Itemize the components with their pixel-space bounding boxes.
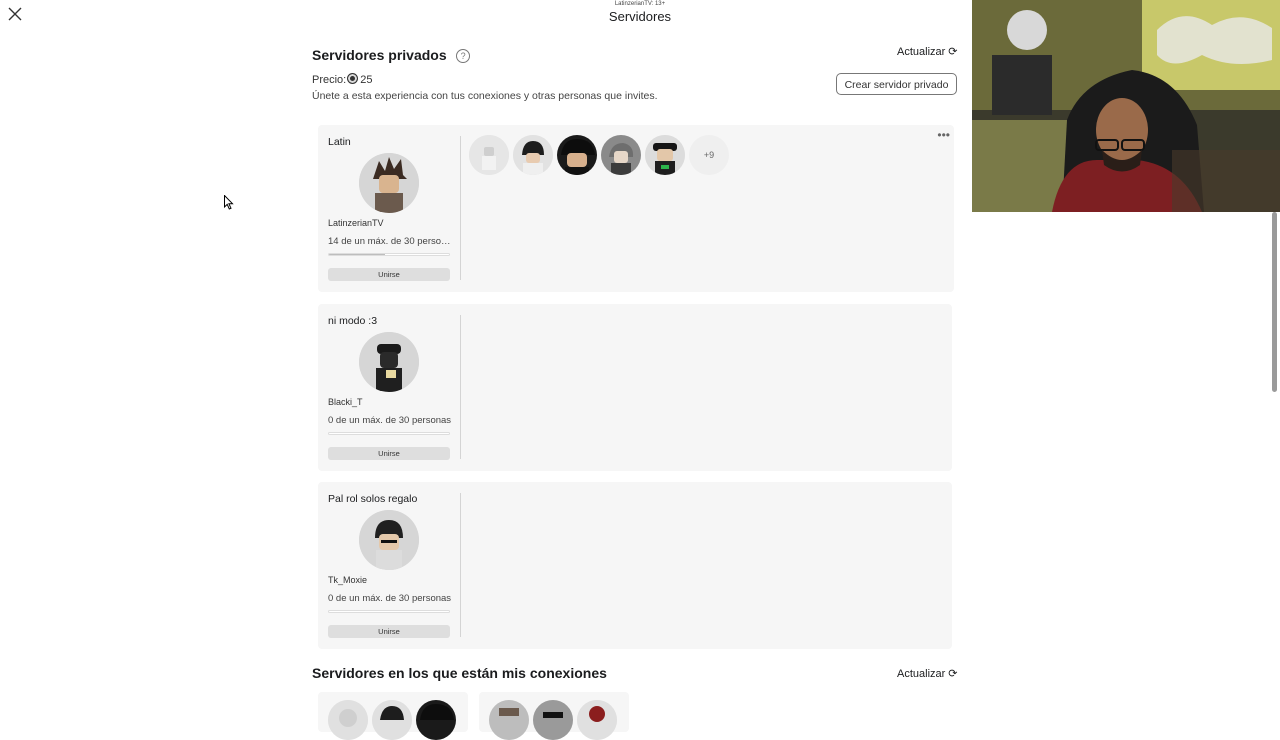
scrollbar[interactable] <box>1272 212 1277 392</box>
connection-server-card[interactable] <box>479 692 629 740</box>
player-avatar[interactable] <box>601 135 641 175</box>
divider <box>460 136 461 280</box>
mouse-cursor-icon <box>224 195 234 210</box>
owner-name: LatinzerianTV <box>328 218 384 228</box>
player-avatar[interactable] <box>416 700 456 740</box>
player-avatar[interactable] <box>469 135 509 175</box>
player-avatar[interactable] <box>577 700 617 740</box>
price-value: 25 <box>360 74 373 86</box>
refresh-label: Actualizar <box>897 46 946 58</box>
player-avatar[interactable] <box>645 135 685 175</box>
join-button[interactable]: Unirse <box>328 268 450 281</box>
player-avatar[interactable] <box>557 135 597 175</box>
more-players-badge[interactable]: +9 <box>689 135 729 175</box>
player-count: 0 de un máx. de 30 personas <box>328 415 452 426</box>
server-card: ni modo :3 Blacki_T 0 de un máx. de 30 p… <box>318 304 952 471</box>
refresh-private-button[interactable]: Actualizar ⟳ <box>897 45 958 58</box>
server-card: Pal rol solos regalo Tk_Moxie 0 de un má… <box>318 482 952 649</box>
more-options-icon[interactable]: ••• <box>937 128 950 142</box>
server-name: Latin <box>328 136 351 148</box>
player-avatar[interactable] <box>372 700 412 740</box>
owner-avatar[interactable] <box>359 510 419 570</box>
player-list: +9 <box>469 135 729 175</box>
divider <box>460 493 461 637</box>
join-button[interactable]: Unirse <box>328 447 450 460</box>
price-label: Precio: <box>312 74 347 86</box>
refresh-icon: ⟳ <box>948 46 958 58</box>
private-servers-heading: Servidores privados <box>312 47 447 63</box>
divider <box>460 315 461 459</box>
help-icon[interactable]: ? <box>456 49 471 63</box>
capacity-fill <box>329 254 386 255</box>
price-row: Precio: 25 <box>312 73 373 86</box>
player-avatar[interactable] <box>328 700 368 740</box>
refresh-icon: ⟳ <box>948 668 958 680</box>
owner-name: Blacki_T <box>328 397 363 407</box>
robux-icon <box>347 73 359 84</box>
player-avatar[interactable] <box>513 135 553 175</box>
join-button[interactable]: Unirse <box>328 625 450 638</box>
capacity-bar <box>328 253 450 256</box>
refresh-connections-button[interactable]: Actualizar ⟳ <box>897 667 958 680</box>
player-avatar[interactable] <box>489 700 529 740</box>
private-servers-heading-row: Servidores privados ? <box>312 47 471 65</box>
owner-name: Tk_Moxie <box>328 575 368 585</box>
create-private-server-button[interactable]: Crear servidor privado <box>836 73 957 95</box>
connections-heading: Servidores en los que están mis conexion… <box>312 665 607 681</box>
player-count: 14 de un máx. de 30 personas <box>328 236 452 247</box>
capacity-bar <box>328 432 450 435</box>
private-description: Únete a esta experiencia con tus conexio… <box>312 90 658 102</box>
capacity-bar <box>328 610 450 613</box>
owner-avatar[interactable] <box>359 332 419 392</box>
refresh-label: Actualizar <box>897 668 946 680</box>
server-name: Pal rol solos regalo <box>328 493 418 505</box>
webcam-overlay <box>972 0 1280 212</box>
server-card: Latin LatinzerianTV 14 de un máx. de 30 … <box>318 125 954 292</box>
player-count: 0 de un máx. de 30 personas <box>328 593 452 604</box>
player-avatar[interactable] <box>533 700 573 740</box>
server-name: ni modo :3 <box>328 315 378 327</box>
connection-server-card[interactable] <box>318 692 468 740</box>
owner-avatar[interactable] <box>359 153 419 213</box>
